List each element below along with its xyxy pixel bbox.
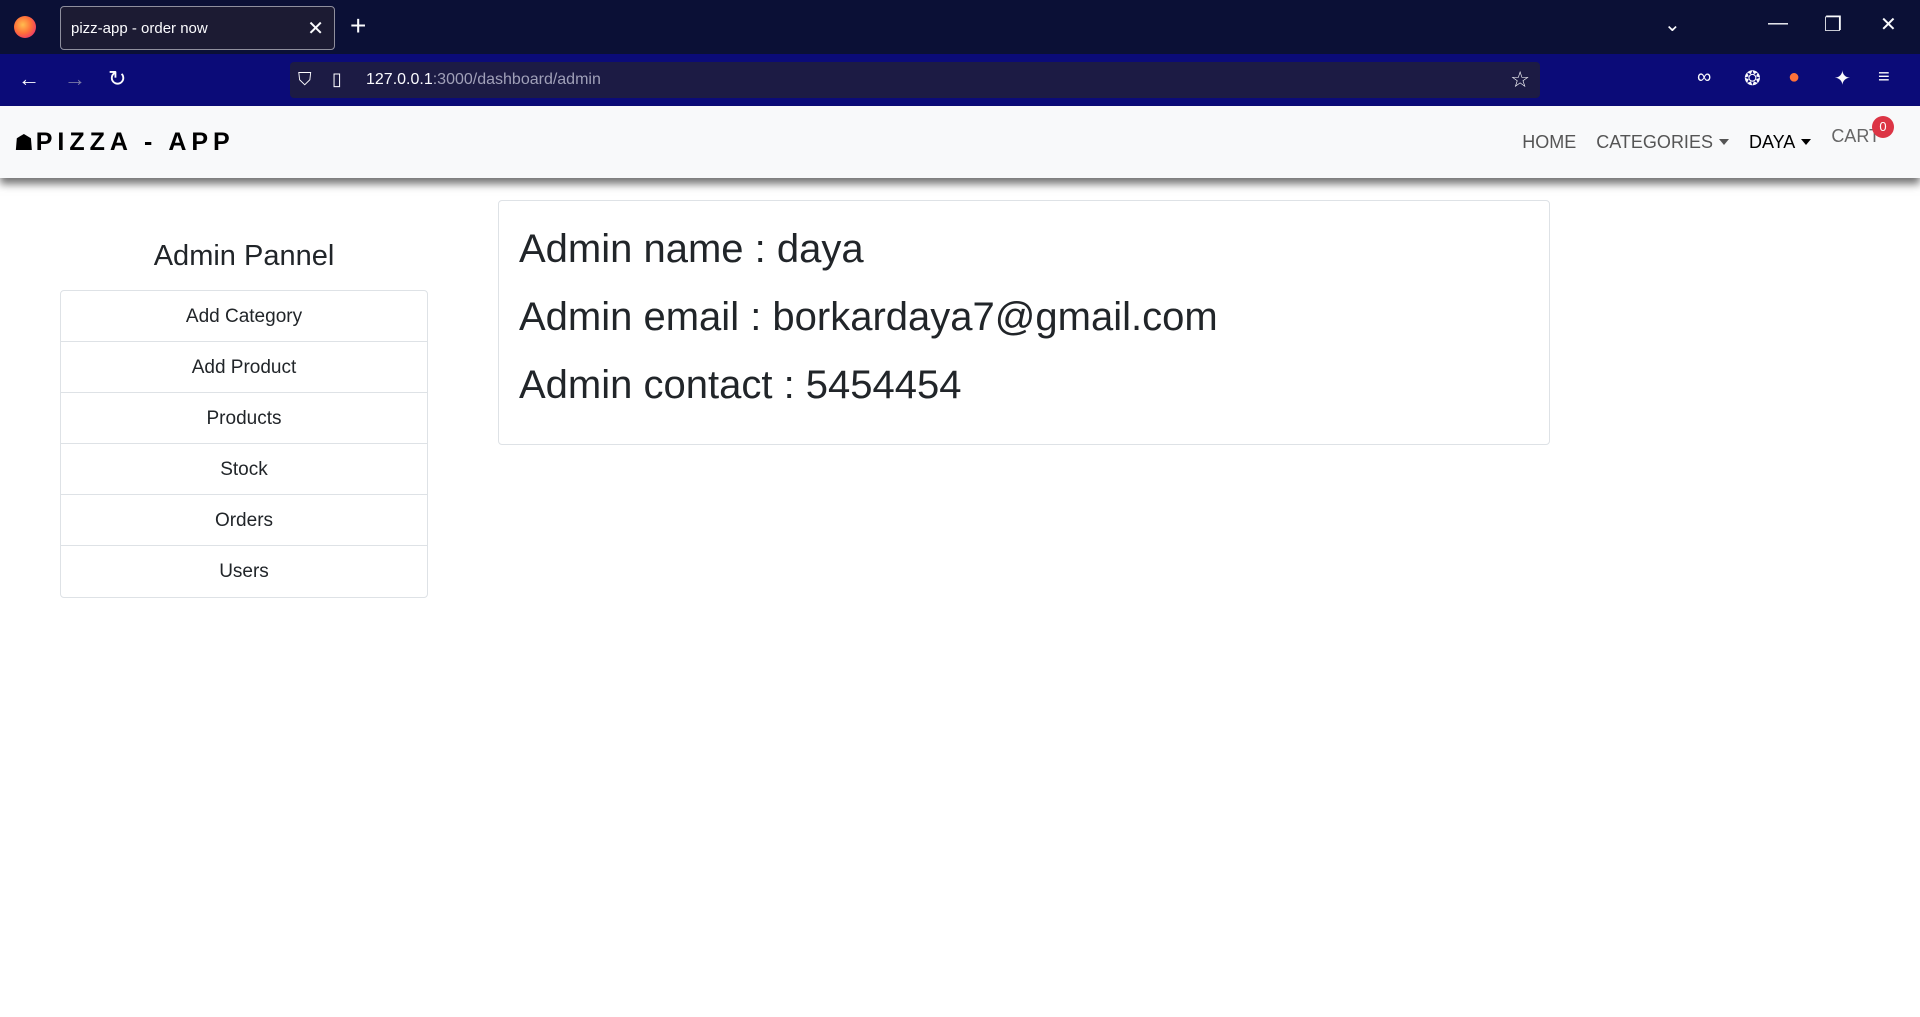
caret-down-icon [1801, 139, 1812, 145]
url-path: :3000/dashboard/admin [432, 71, 601, 88]
admin-contact: Admin contact : 5454454 [519, 363, 962, 407]
admin-name: Admin name : daya [519, 227, 864, 271]
fox-extension-icon[interactable]: ● [1788, 66, 1800, 89]
cookie-icon[interactable]: ❂ [1744, 66, 1761, 91]
admin-menu-users[interactable]: Users [61, 546, 427, 597]
list-tabs-icon[interactable]: ⌄ [1664, 12, 1681, 37]
back-icon[interactable]: ← [18, 66, 40, 92]
nav-links: HOME CATEGORIES DAYA CART 0 [1502, 106, 1894, 178]
brand-text: PIZZA - APP [35, 128, 235, 156]
app-navbar: ☗ PIZZA - APP HOME CATEGORIES DAYA CART … [0, 106, 1920, 178]
minimize-icon[interactable]: — [1768, 12, 1788, 35]
url-bar[interactable]: ⛉ ▯ 127.0.0.1:3000/dashboard/admin ☆ [290, 62, 1540, 98]
forward-icon[interactable]: → [64, 66, 86, 92]
restore-icon[interactable]: ❐ [1824, 12, 1842, 37]
nav-categories-label: CATEGORIES [1596, 131, 1713, 152]
reload-icon[interactable]: ↻ [108, 66, 126, 92]
private-mask-icon[interactable]: ∞ [1697, 66, 1711, 89]
admin-menu: Add Category Add Product Products Stock … [60, 290, 428, 598]
tab-title: pizz-app - order now [71, 20, 208, 37]
close-tab-icon[interactable]: ✕ [307, 16, 324, 41]
nav-home[interactable]: HOME [1522, 132, 1576, 153]
extensions-puzzle-icon[interactable]: ✦ [1834, 66, 1851, 91]
admin-menu-stock[interactable]: Stock [61, 444, 427, 495]
url-host: 127.0.0.1 [366, 71, 433, 88]
admin-menu-add-product[interactable]: Add Product [61, 342, 427, 393]
firefox-logo-icon [14, 16, 36, 38]
nav-cart[interactable]: CART 0 [1831, 115, 1894, 147]
menu-hamburger-icon[interactable]: ≡ [1878, 66, 1890, 89]
admin-menu-products[interactable]: Products [61, 393, 427, 444]
admin-email: Admin email : borkardaya7@gmail.com [519, 295, 1218, 339]
browser-toolbar: ← → ↻ ⛉ ▯ 127.0.0.1:3000/dashboard/admin… [0, 54, 1920, 106]
page-icon[interactable]: ▯ [332, 69, 342, 90]
close-window-icon[interactable]: ✕ [1880, 12, 1897, 37]
admin-menu-add-category[interactable]: Add Category [61, 291, 427, 342]
cart-count-badge: 0 [1872, 115, 1894, 138]
nav-categories-dropdown[interactable]: CATEGORIES [1596, 132, 1729, 153]
browser-tab-bar: pizz-app - order now ✕ + ⌄ — ❐ ✕ [0, 0, 1920, 54]
shield-icon[interactable]: ⛉ [298, 69, 312, 90]
browser-tab[interactable]: pizz-app - order now ✕ [60, 6, 335, 50]
new-tab-icon[interactable]: + [350, 10, 366, 42]
pizza-slice-icon: ☗ [14, 129, 34, 155]
caret-down-icon [1718, 139, 1729, 145]
admin-menu-orders[interactable]: Orders [61, 495, 427, 546]
nav-user-label: DAYA [1748, 131, 1796, 152]
brand[interactable]: ☗ PIZZA - APP [14, 128, 235, 157]
admin-panel-title: Admin Pannel [153, 240, 335, 272]
nav-user-dropdown[interactable]: DAYA [1748, 131, 1812, 153]
admin-info-card: Admin name : daya Admin email : borkarda… [498, 200, 1550, 445]
bookmark-star-icon[interactable]: ☆ [1510, 67, 1530, 93]
url-text[interactable]: 127.0.0.1:3000/dashboard/admin [366, 71, 601, 89]
